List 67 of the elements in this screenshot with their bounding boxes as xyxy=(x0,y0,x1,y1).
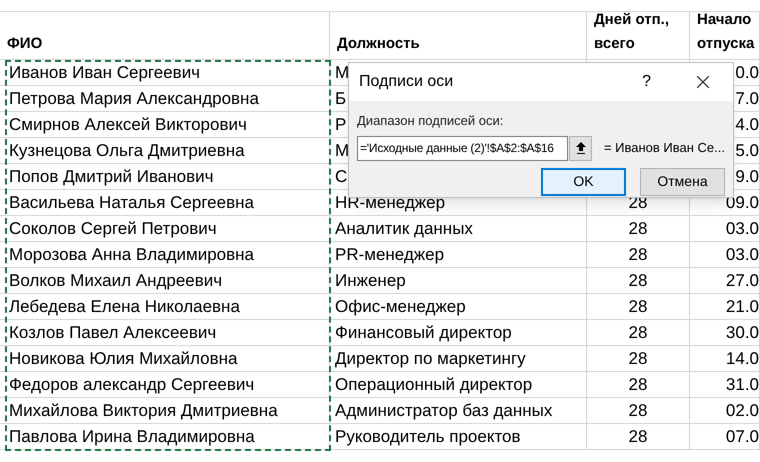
preview-text: = Иванов Иван Се... xyxy=(604,139,725,158)
table-cell: HR-менеджер xyxy=(335,192,446,212)
range-field[interactable]: ='Исходные данные (2)'!$A$2:$A$16 xyxy=(357,136,568,160)
column-header: ФИО xyxy=(7,34,42,54)
upload-arrow-icon xyxy=(576,142,586,154)
table-cell: Павлова Ирина Владимировна xyxy=(9,426,255,446)
table-cell: С xyxy=(335,166,348,186)
cancel-button[interactable]: Отмена xyxy=(640,168,725,196)
table-cell: Инженер xyxy=(335,270,406,290)
table-cell: 5.0 xyxy=(735,140,759,160)
table-cell: 03.0 xyxy=(726,244,759,264)
column-header: Дней отп., всего xyxy=(594,10,670,54)
table-cell: 28 xyxy=(628,426,648,446)
table-cell: Кузнецова Ольга Дмитриевна xyxy=(9,140,245,160)
table-cell: Петрова Мария Александровна xyxy=(9,88,259,108)
table-cell: 28 xyxy=(628,218,648,238)
table-cell: М xyxy=(335,140,350,160)
table-cell: 30.0 xyxy=(726,322,759,342)
table-cell: Смирнов Алексей Викторович xyxy=(9,114,247,134)
table-cell: 7.0 xyxy=(735,88,759,108)
table-cell: 14.0 xyxy=(726,348,759,368)
table-cell: 28 xyxy=(628,348,648,368)
dialog-title: Подписи оси xyxy=(359,72,454,92)
table-cell: Волков Михаил Андреевич xyxy=(9,270,222,290)
table-cell: 28 xyxy=(628,270,648,290)
table-cell: Попов Дмитрий Иванович xyxy=(9,166,214,186)
table-cell: 9.0 xyxy=(735,166,759,186)
table-cell: Аналитик данных xyxy=(335,218,473,238)
table-cell: Новикова Юлия Михайловна xyxy=(9,348,238,368)
field-label: Диапазон подписей оси: xyxy=(357,112,504,130)
table-cell: Михайлова Виктория Дмитриевна xyxy=(9,400,278,420)
table-cell: PR-менеджер xyxy=(335,244,444,264)
table-cell: 28 xyxy=(628,322,648,342)
table-cell: Федоров александр Сергеевич xyxy=(9,374,254,394)
table-cell: 27.0 xyxy=(726,270,759,290)
table-cell: Соколов Сергей Петрович xyxy=(9,218,217,238)
table-cell: Б xyxy=(335,88,346,108)
table-cell: 28 xyxy=(628,296,648,316)
table-cell: 4.0 xyxy=(735,114,759,134)
table-cell: 07.0 xyxy=(726,426,759,446)
table-cell: 03.0 xyxy=(726,218,759,238)
close-icon[interactable] xyxy=(697,76,709,88)
table-cell: Лебедева Елена Николаевна xyxy=(9,296,240,316)
table-cell: Руководитель проектов xyxy=(335,426,521,446)
table-cell: 28 xyxy=(628,400,648,420)
help-button[interactable]: ? xyxy=(642,70,651,94)
table-cell: 21.0 xyxy=(726,296,759,316)
collapse-button[interactable] xyxy=(569,136,592,160)
table-cell: Офис-менеджер xyxy=(335,296,466,316)
table-cell: Финансовый директор xyxy=(335,322,512,342)
table-cell: Козлов Павел Алексеевич xyxy=(9,322,216,342)
table-cell: Администратор баз данных xyxy=(335,400,552,420)
table-cell: 28 xyxy=(628,374,648,394)
table-cell: 0.0 xyxy=(735,62,759,82)
table-cell: Директор по маркетингу xyxy=(335,348,526,368)
column-header: Начало отпуска xyxy=(697,10,754,54)
table-cell: 28 xyxy=(628,244,648,264)
ok-button[interactable]: OK xyxy=(541,168,626,196)
table-cell: 31.0 xyxy=(726,374,759,394)
table-cell: Васильева Наталья Сергеевна xyxy=(9,192,254,212)
table-cell: Операционный директор xyxy=(335,374,532,394)
table-cell: Р xyxy=(335,114,346,134)
column-header: Должность xyxy=(337,34,420,54)
table-cell: М xyxy=(335,62,350,82)
table-cell: Морозова Анна Владимировна xyxy=(9,244,254,264)
table-cell: 02.0 xyxy=(726,400,759,420)
table-cell: Иванов Иван Сергеевич xyxy=(9,62,200,82)
